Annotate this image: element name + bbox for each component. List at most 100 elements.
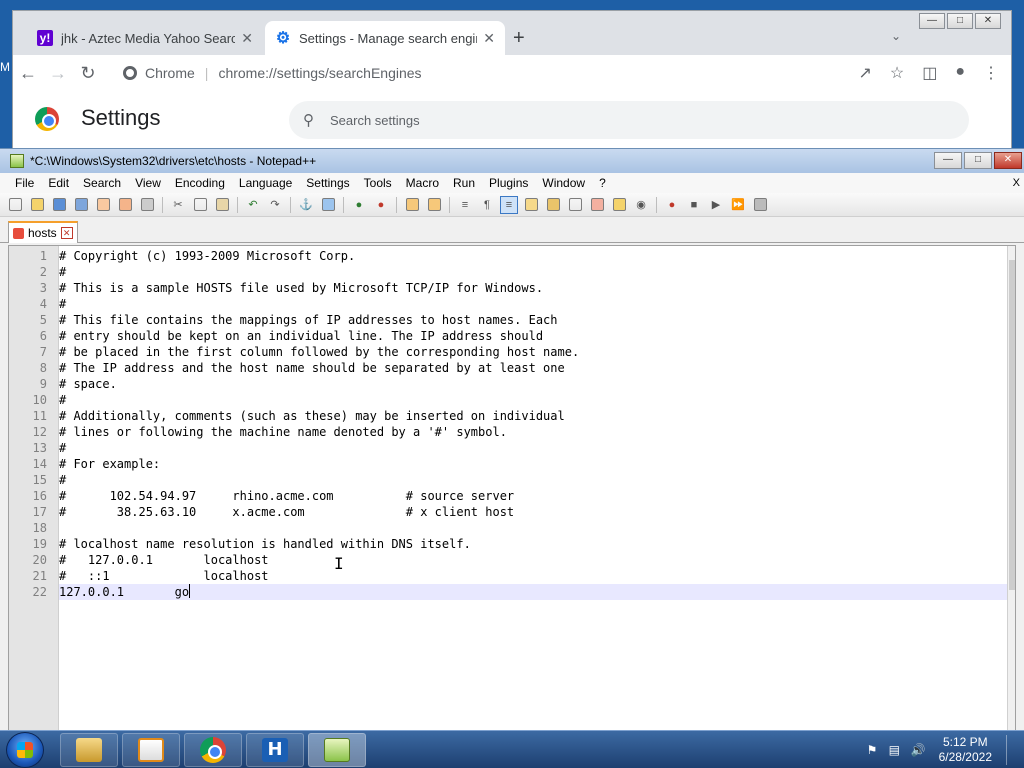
code-area[interactable]: # Copyright (c) 1993-2009 Microsoft Corp… [59, 246, 1007, 730]
maximize-button[interactable]: □ [947, 13, 973, 29]
code-line[interactable] [59, 520, 1007, 536]
menu-item[interactable]: ? [592, 176, 613, 190]
folder-workspace-icon[interactable] [610, 196, 628, 214]
code-line[interactable]: # ::1 localhost [59, 568, 1007, 584]
notepadpp-window[interactable]: *C:\Windows\System32\drivers\etc\hosts -… [0, 148, 1024, 731]
code-line[interactable]: # [59, 264, 1007, 280]
tab-yahoo-search[interactable]: y! jhk - Aztec Media Yahoo Search R ✕ [27, 21, 263, 55]
url-text[interactable]: chrome://settings/searchEngines [218, 65, 421, 81]
back-icon[interactable]: ← [13, 63, 43, 84]
print-icon[interactable] [138, 196, 156, 214]
show-all-chars-icon[interactable]: ¶ [478, 196, 496, 214]
address-bar[interactable]: Chrome | chrome://settings/searchEngines [123, 59, 823, 87]
code-line[interactable]: # space. [59, 376, 1007, 392]
menu-item[interactable]: Encoding [168, 176, 232, 190]
close-document-button[interactable]: X [1013, 177, 1020, 189]
chrome-window[interactable]: — □ ✕ y! jhk - Aztec Media Yahoo Search … [12, 10, 1012, 151]
code-line[interactable]: # [59, 440, 1007, 456]
run-macro-multiple-icon[interactable]: ⏩ [729, 196, 747, 214]
redo-icon[interactable]: ↷ [266, 196, 284, 214]
zoom-in-icon[interactable]: ● [350, 196, 368, 214]
code-line[interactable]: # Additionally, comments (such as these)… [59, 408, 1007, 424]
code-line[interactable]: # 38.25.63.10 x.acme.com # x client host [59, 504, 1007, 520]
taskbar-chrome[interactable] [184, 733, 242, 767]
tab-search-icon[interactable]: ⌄ [891, 29, 901, 43]
sync-vertical-icon[interactable] [403, 196, 421, 214]
vertical-scrollbar[interactable] [1007, 246, 1015, 730]
forward-icon[interactable]: → [43, 63, 73, 84]
taskbar-notepadpp[interactable] [308, 733, 366, 767]
network-icon[interactable]: ▤ [889, 743, 903, 757]
close-button[interactable]: ✕ [975, 13, 1001, 29]
code-line[interactable]: # [59, 392, 1007, 408]
tab-hosts[interactable]: hosts ✕ [8, 221, 78, 243]
new-tab-button[interactable]: + [513, 27, 525, 50]
menu-item[interactable]: Language [232, 176, 299, 190]
menu-item[interactable]: Plugins [482, 176, 535, 190]
menu-item[interactable]: Run [446, 176, 482, 190]
save-icon[interactable] [50, 196, 68, 214]
monitoring-icon[interactable]: ◉ [632, 196, 650, 214]
save-macro-icon[interactable] [751, 196, 769, 214]
minimize-button[interactable]: — [934, 152, 962, 169]
close-icon[interactable]: ✕ [60, 227, 73, 239]
menu-item[interactable]: View [128, 176, 168, 190]
find-icon[interactable]: ⚓ [297, 196, 315, 214]
code-line[interactable]: # 102.54.94.97 rhino.acme.com # source s… [59, 488, 1007, 504]
menu-item[interactable]: File [8, 176, 41, 190]
code-line[interactable]: # [59, 296, 1007, 312]
menu-item[interactable]: Window [535, 176, 592, 190]
indent-guide-icon[interactable]: ≡ [500, 195, 518, 214]
doc-list-icon[interactable] [566, 196, 584, 214]
code-line[interactable]: # lines or following the machine name de… [59, 424, 1007, 440]
minimize-button[interactable]: — [919, 13, 945, 29]
share-icon[interactable]: ↗ [858, 63, 871, 83]
new-file-icon[interactable] [6, 196, 24, 214]
code-line[interactable]: # 127.0.0.1 localhost [59, 552, 1007, 568]
stop-macro-icon[interactable]: ■ [685, 196, 703, 214]
window-titlebar[interactable]: *C:\Windows\System32\drivers\etc\hosts -… [0, 149, 1024, 173]
close-icon[interactable]: ✕ [483, 30, 495, 47]
taskbar-media-player[interactable] [122, 733, 180, 767]
code-line[interactable]: # Copyright (c) 1993-2009 Microsoft Corp… [59, 248, 1007, 264]
undo-icon[interactable]: ↶ [244, 196, 262, 214]
function-list-icon[interactable] [588, 196, 606, 214]
scrollbar-thumb[interactable] [1009, 260, 1015, 590]
close-all-icon[interactable] [116, 196, 134, 214]
action-center-icon[interactable]: ⚑ [867, 743, 881, 757]
code-line[interactable]: # This file contains the mappings of IP … [59, 312, 1007, 328]
maximize-button[interactable]: □ [964, 152, 992, 169]
open-file-icon[interactable] [28, 196, 46, 214]
taskbar-explorer[interactable] [60, 733, 118, 767]
tab-settings[interactable]: ⚙ Settings - Manage search engine ✕ [265, 21, 505, 55]
bookmark-star-icon[interactable]: ☆ [890, 63, 904, 83]
record-macro-icon[interactable]: ● [663, 196, 681, 214]
text-editor[interactable]: 1 2 3 4 5 6 7 8 9 10 11 12 13 14 15 16 17 18 19 20 21 22 # Co… [8, 245, 1016, 731]
current-line[interactable]: 127.0.0.1 go [59, 584, 1007, 600]
zoom-out-icon[interactable]: ● [372, 196, 390, 214]
close-file-icon[interactable] [94, 196, 112, 214]
start-button[interactable] [6, 732, 44, 768]
code-line[interactable]: # be placed in the first column followed… [59, 344, 1007, 360]
doc-map-icon[interactable] [544, 196, 562, 214]
cut-icon[interactable]: ✂ [169, 196, 187, 214]
show-desktop-button[interactable] [1006, 735, 1016, 765]
side-panel-icon[interactable]: ◫ [922, 63, 937, 83]
code-line[interactable]: # [59, 472, 1007, 488]
play-macro-icon[interactable]: ▶ [707, 196, 725, 214]
menu-item[interactable]: Macro [399, 176, 446, 190]
code-line[interactable]: # For example: [59, 456, 1007, 472]
code-line[interactable]: # This is a sample HOSTS file used by Mi… [59, 280, 1007, 296]
taskbar-app-h[interactable]: H [246, 733, 304, 767]
reload-icon[interactable]: ↻ [73, 63, 103, 84]
word-wrap-icon[interactable]: ≡ [456, 196, 474, 214]
code-line[interactable]: # entry should be kept on an individual … [59, 328, 1007, 344]
replace-icon[interactable] [319, 196, 337, 214]
close-button[interactable]: ✕ [994, 152, 1022, 169]
paste-icon[interactable] [213, 196, 231, 214]
code-line[interactable]: # The IP address and the host name shoul… [59, 360, 1007, 376]
menu-item[interactable]: Search [76, 176, 128, 190]
sync-horizontal-icon[interactable] [425, 196, 443, 214]
copy-icon[interactable] [191, 196, 209, 214]
menu-item[interactable]: Settings [299, 176, 356, 190]
